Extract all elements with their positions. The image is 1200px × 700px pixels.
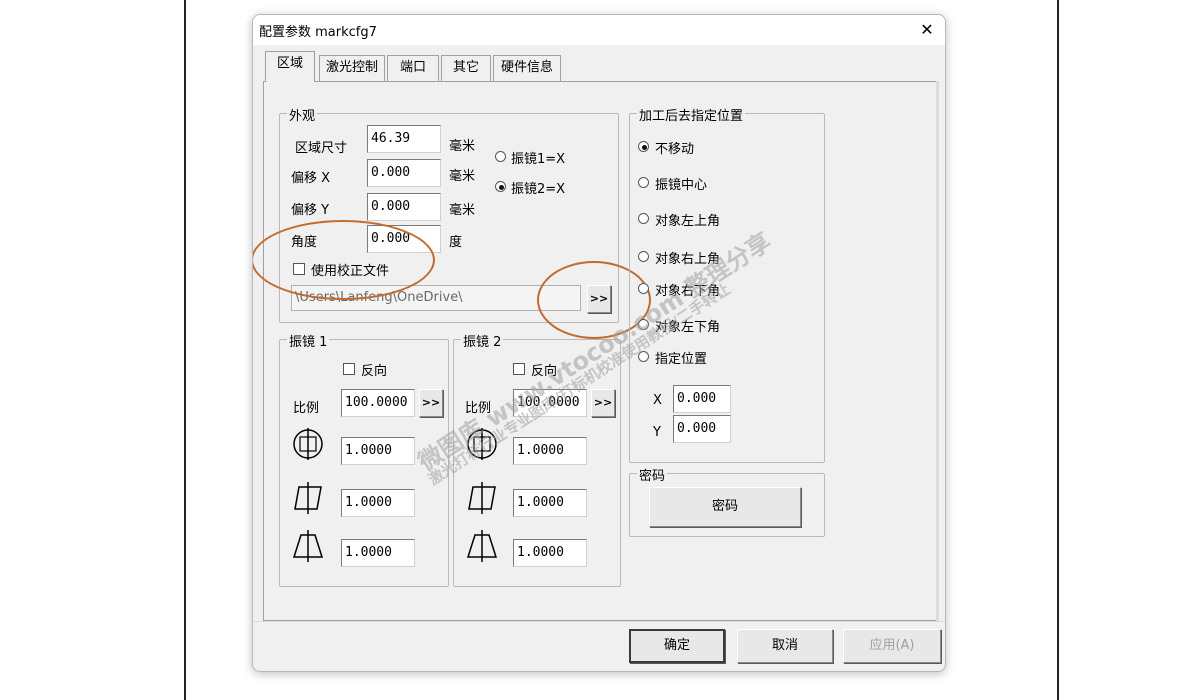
button-bar bbox=[253, 621, 945, 671]
position-option-top-left[interactable] bbox=[638, 213, 649, 224]
page-border-left bbox=[184, 0, 186, 700]
galvo2-x-label: 振镜2=X bbox=[511, 182, 566, 197]
galvo2-scale-button[interactable]: >> bbox=[591, 389, 615, 417]
galvo2-group-label: 振镜 2 bbox=[461, 331, 504, 350]
offset-x-input[interactable]: 0.000 bbox=[367, 159, 441, 187]
parallelogram-distortion-icon bbox=[465, 481, 499, 515]
position-y-input[interactable]: 0.000 bbox=[673, 415, 731, 443]
tab-other[interactable]: 其它 bbox=[441, 55, 491, 81]
position-option-label: 振镜中心 bbox=[655, 178, 708, 193]
galvo1-scale-button[interactable]: >> bbox=[419, 389, 443, 417]
circle-distortion-icon bbox=[291, 427, 325, 461]
annotation-circle-angle bbox=[253, 220, 435, 300]
apply-button[interactable]: 应用(A) bbox=[843, 629, 941, 663]
position-option-label: 对象左上角 bbox=[655, 214, 721, 229]
ok-button[interactable]: 确定 bbox=[629, 629, 725, 663]
galvo1-parallelogram-input[interactable]: 1.0000 bbox=[341, 489, 415, 517]
position-option-top-right[interactable] bbox=[638, 251, 649, 262]
galvo1-circle-input[interactable]: 1.0000 bbox=[341, 437, 415, 465]
area-size-input[interactable]: 46.39 bbox=[367, 125, 441, 153]
tab-laser-control[interactable]: 激光控制 bbox=[319, 55, 385, 81]
position-x-input[interactable]: 0.000 bbox=[673, 385, 731, 413]
galvo2-parallelogram-input[interactable]: 1.0000 bbox=[513, 489, 587, 517]
window-title: 配置参数 markcfg7 bbox=[259, 25, 377, 40]
offset-x-label: 偏移 X bbox=[291, 171, 331, 186]
close-icon[interactable]: ✕ bbox=[913, 18, 941, 42]
position-option-no-move[interactable] bbox=[638, 141, 649, 152]
position-option-label: 不移动 bbox=[655, 142, 695, 157]
galvo1-x-radio[interactable] bbox=[495, 151, 506, 162]
galvo1-reverse-checkbox[interactable] bbox=[343, 363, 355, 375]
pane-edge bbox=[936, 81, 939, 621]
offset-y-input[interactable]: 0.000 bbox=[367, 193, 441, 221]
galvo1-reverse-label: 反向 bbox=[361, 364, 388, 379]
trapezoid-distortion-icon bbox=[291, 529, 325, 563]
angle-unit: 度 bbox=[449, 235, 463, 250]
galvo1-scale-label: 比例 bbox=[293, 401, 320, 416]
position-x-label: X bbox=[653, 393, 662, 408]
page-border-right bbox=[1057, 0, 1059, 700]
tab-hardware-info[interactable]: 硬件信息 bbox=[493, 55, 561, 81]
password-group-label: 密码 bbox=[637, 465, 668, 484]
after-process-group-label: 加工后去指定位置 bbox=[637, 105, 746, 124]
tab-area[interactable]: 区域 bbox=[265, 51, 315, 82]
offset-y-unit: 毫米 bbox=[449, 203, 476, 218]
galvo1-x-label: 振镜1=X bbox=[511, 152, 566, 167]
offset-y-label: 偏移 Y bbox=[291, 203, 330, 218]
trapezoid-distortion-icon bbox=[465, 529, 499, 563]
area-size-label: 区域尺寸 bbox=[295, 141, 348, 156]
galvo1-group-label: 振镜 1 bbox=[287, 331, 330, 350]
galvo1-trapezoid-input[interactable]: 1.0000 bbox=[341, 539, 415, 567]
galvo2-x-radio[interactable] bbox=[495, 181, 506, 192]
appearance-group-label: 外观 bbox=[287, 105, 318, 124]
password-button[interactable]: 密码 bbox=[649, 487, 801, 527]
area-size-unit: 毫米 bbox=[449, 139, 476, 154]
title-bar: 配置参数 markcfg7 ✕ bbox=[253, 15, 945, 45]
cancel-button[interactable]: 取消 bbox=[737, 629, 833, 663]
position-y-label: Y bbox=[653, 425, 661, 440]
parallelogram-distortion-icon bbox=[291, 481, 325, 515]
position-option-label: 指定位置 bbox=[655, 352, 708, 367]
offset-x-unit: 毫米 bbox=[449, 169, 476, 184]
galvo2-trapezoid-input[interactable]: 1.0000 bbox=[513, 539, 587, 567]
position-option-galvo-center[interactable] bbox=[638, 177, 649, 188]
galvo2-circle-input[interactable]: 1.0000 bbox=[513, 437, 587, 465]
tab-port[interactable]: 端口 bbox=[387, 55, 439, 81]
galvo1-scale-input[interactable]: 100.0000 bbox=[341, 389, 415, 417]
